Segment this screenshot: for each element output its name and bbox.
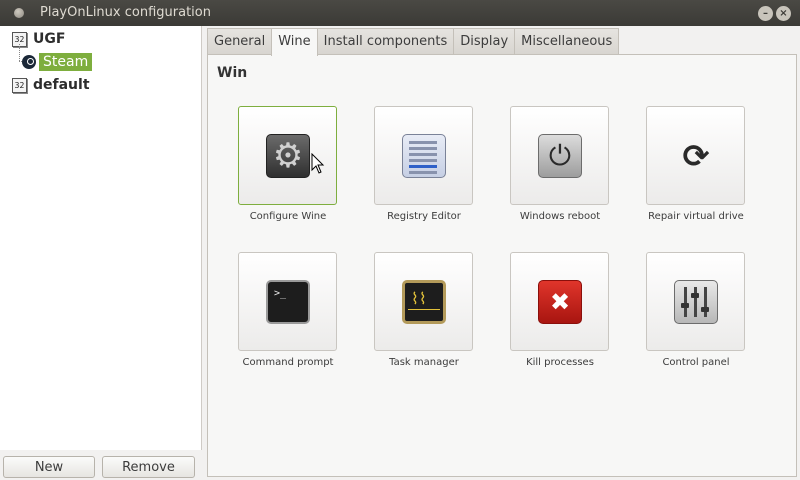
sliders-icon [674, 280, 718, 324]
control-panel-button[interactable] [646, 252, 745, 351]
registry-editor-icon [402, 134, 446, 178]
window-menu-icon[interactable] [14, 8, 24, 18]
tile-label: Windows reboot [519, 211, 601, 222]
command-prompt-button[interactable] [238, 252, 337, 351]
power-icon [538, 134, 582, 178]
tab-install-components[interactable]: Install components [316, 28, 455, 54]
tree-item-label: UGF [33, 31, 66, 47]
task-manager-icon [402, 280, 446, 324]
tree-item-label: Steam [39, 53, 93, 71]
prefix-tree: 32 UGF Steam 32 default [0, 26, 202, 450]
tile-label: Command prompt [242, 357, 334, 368]
tile-label: Task manager [389, 357, 459, 368]
tab-wine[interactable]: Wine [271, 28, 318, 56]
new-button[interactable]: New [3, 456, 95, 478]
mouse-cursor-icon [311, 153, 325, 174]
tab-general[interactable]: General [207, 28, 273, 54]
window-title: PlayOnLinux configuration [40, 5, 211, 20]
gear-icon [266, 134, 310, 178]
close-icon [538, 280, 582, 324]
title-bar: PlayOnLinux configuration – × [0, 0, 800, 26]
tab-display[interactable]: Display [453, 28, 516, 54]
terminal-icon [266, 280, 310, 324]
refresh-icon [674, 134, 718, 178]
kill-processes-button[interactable] [510, 252, 609, 351]
tab-miscellaneous[interactable]: Miscellaneous [514, 28, 620, 54]
windows-reboot-button[interactable] [510, 106, 609, 205]
tile-label: Kill processes [526, 357, 594, 368]
tree-item-ugf[interactable]: 32 UGF [12, 31, 65, 47]
task-manager-button[interactable] [374, 252, 473, 351]
close-button[interactable]: × [776, 6, 791, 21]
registry-editor-button[interactable] [374, 106, 473, 205]
tab-bar: General Wine Install components Display … [207, 28, 620, 56]
tile-label: Control panel [662, 357, 730, 368]
steam-icon [22, 55, 36, 69]
tile-label: Repair virtual drive [648, 211, 744, 222]
tile-label: Configure Wine [249, 211, 327, 222]
tree-item-default[interactable]: 32 default [12, 77, 90, 93]
tree-item-label: default [33, 77, 90, 93]
tree-connector [19, 44, 20, 61]
tree-item-steam[interactable]: Steam [22, 53, 93, 71]
tile-label: Registry Editor [387, 211, 461, 222]
minimize-button[interactable]: – [758, 6, 773, 21]
section-title: Win [217, 65, 248, 81]
32bit-badge-icon: 32 [12, 77, 27, 93]
remove-button[interactable]: Remove [102, 456, 195, 478]
repair-virtual-drive-button[interactable] [646, 106, 745, 205]
